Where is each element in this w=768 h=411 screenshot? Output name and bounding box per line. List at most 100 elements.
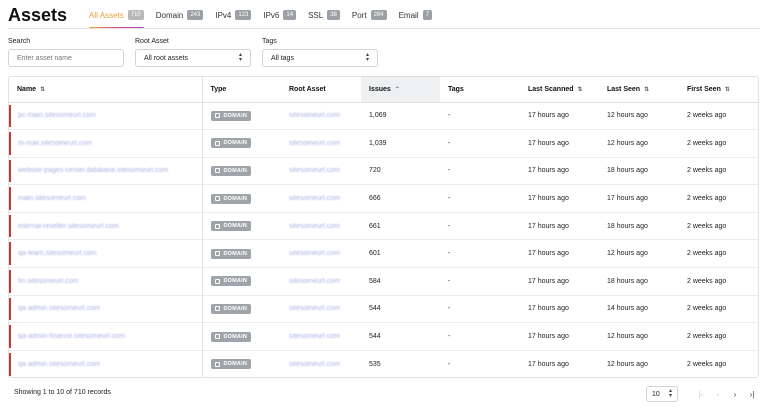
asset-name-link[interactable]: website-pages-center.database.sitesomeur… bbox=[18, 167, 168, 174]
asset-name-cell[interactable]: qa-admin-finance.sitesomeurl.com bbox=[9, 322, 203, 351]
table-row[interactable]: main.sitesomeurl.com DOMAIN sitesomeurl.co… bbox=[9, 184, 758, 213]
last-seen-cell: 14 hours ago bbox=[599, 295, 679, 324]
asset-name-cell[interactable]: main.sitesomeurl.com bbox=[9, 184, 203, 213]
filters-bar: Search Root Asset All root assets ▴▾ Tag… bbox=[8, 38, 389, 67]
root-asset-link[interactable]: sitesomeurl.com bbox=[289, 140, 340, 147]
tab-all-assets[interactable]: All Assets 710 bbox=[89, 2, 144, 29]
table-row[interactable]: m-mail.sitesomeurl.com DOMAIN sitesomeurl.… bbox=[9, 129, 758, 158]
root-asset-cell[interactable]: sitesomeurl.com bbox=[281, 212, 361, 241]
root-asset-link[interactable]: sitesomeurl.com bbox=[289, 223, 340, 230]
column-header-issues[interactable]: Issues ⌃ bbox=[361, 77, 440, 103]
tags-select[interactable]: All tags ▴ ▾ bbox=[262, 49, 378, 67]
root-asset-cell[interactable]: sitesomeurl.com bbox=[281, 129, 361, 158]
root-asset-cell[interactable]: sitesomeurl.com bbox=[281, 350, 361, 377]
sort-icon[interactable]: ⇅ bbox=[644, 86, 649, 93]
asset-name-cell[interactable]: qa-admin.sitesomeurl.com bbox=[9, 295, 203, 324]
root-asset-link[interactable]: sitesomeurl.com bbox=[289, 167, 340, 174]
first-page-icon[interactable]: |‹ bbox=[697, 390, 705, 399]
tab-count-badge: 243 bbox=[187, 10, 204, 20]
root-asset-link[interactable]: sitesomeurl.com bbox=[289, 112, 340, 119]
root-asset-cell[interactable]: sitesomeurl.com bbox=[281, 239, 361, 269]
issues-cell: 535 bbox=[369, 360, 381, 368]
asset-name-cell[interactable]: m-mail.sitesomeurl.com bbox=[9, 129, 203, 158]
sort-icon[interactable]: ⇅ bbox=[725, 86, 730, 93]
page-header: Assets All Assets 710 Domain 243 IPv4 123 I… bbox=[8, 2, 444, 29]
root-asset-link[interactable]: sitesomeurl.com bbox=[289, 361, 340, 368]
table-row[interactable]: qa-admin-finance.sitesomeurl.com DOMAIN si… bbox=[9, 322, 758, 351]
search-label: Search bbox=[8, 38, 31, 45]
type-label: DOMAIN bbox=[223, 333, 248, 340]
root-asset-link[interactable]: sitesomeurl.com bbox=[289, 333, 340, 340]
search-filter: Search bbox=[8, 38, 124, 67]
chevron-up-down-icon: ▴ ▾ bbox=[238, 52, 242, 63]
table-row[interactable]: internal-reseller.sitesomeurl.com DOMAIN s… bbox=[9, 212, 758, 241]
tab-port[interactable]: Port 284 bbox=[352, 2, 387, 28]
tab-domain[interactable]: Domain 243 bbox=[156, 2, 204, 28]
sort-icon[interactable]: ⇅ bbox=[40, 86, 45, 93]
root-asset-cell[interactable]: sitesomeurl.com bbox=[281, 295, 361, 324]
tags-cell: - bbox=[440, 239, 520, 269]
root-asset-select[interactable]: All root assets ▴ ▾ bbox=[135, 49, 251, 67]
issues-cell: 1,039 bbox=[361, 129, 440, 158]
tab-ipv4[interactable]: IPv4 123 bbox=[215, 2, 252, 28]
issues-cell: 1,069 bbox=[361, 102, 440, 131]
table-row[interactable]: pc-main.sitesomeurl.com DOMAIN sitesomeurl… bbox=[9, 102, 758, 131]
table-row[interactable]: qa-admin.sitesomeurl.com DOMAIN sitesomeur… bbox=[9, 350, 758, 377]
root-asset-cell[interactable]: sitesomeurl.com bbox=[281, 102, 361, 131]
tab-ssl[interactable]: SSL 38 bbox=[308, 2, 340, 28]
sort-ascending-icon[interactable]: ⌃ bbox=[395, 86, 400, 93]
first-seen-cell: 2 weeks ago bbox=[679, 239, 758, 269]
column-label: Root Asset bbox=[289, 85, 326, 93]
asset-name-link[interactable]: fin.sitesomeurl.com bbox=[18, 278, 78, 285]
root-asset-cell[interactable]: sitesomeurl.com bbox=[281, 157, 361, 186]
last-seen-cell: 18 hours ago bbox=[599, 157, 679, 186]
tab-count-badge: 14 bbox=[283, 10, 297, 20]
domain-icon bbox=[214, 223, 220, 229]
last-page-icon[interactable]: ›| bbox=[748, 390, 756, 399]
asset-name-link[interactable]: pc-main.sitesomeurl.com bbox=[18, 112, 96, 119]
next-page-icon[interactable]: › bbox=[731, 390, 739, 399]
last-scanned-cell: 17 hours ago bbox=[520, 157, 599, 186]
tab-count-badge: 123 bbox=[235, 10, 252, 20]
asset-name-link[interactable]: main.sitesomeurl.com bbox=[18, 195, 86, 202]
tab-ipv6[interactable]: IPv6 14 bbox=[263, 2, 297, 28]
root-asset-cell[interactable]: sitesomeurl.com bbox=[281, 267, 361, 296]
root-asset-link[interactable]: sitesomeurl.com bbox=[289, 195, 340, 202]
asset-name-cell[interactable]: pc-main.sitesomeurl.com bbox=[9, 102, 203, 131]
asset-name-link[interactable]: m-mail.sitesomeurl.com bbox=[18, 140, 92, 147]
root-asset-link[interactable]: sitesomeurl.com bbox=[289, 278, 340, 285]
asset-name-cell[interactable]: website-pages-center.database.sitesomeur… bbox=[9, 157, 203, 186]
asset-name-link[interactable]: qa-admin.sitesomeurl.com bbox=[18, 305, 100, 312]
column-header-last-seen[interactable]: Last Seen ⇅ bbox=[599, 77, 679, 103]
tab-count-badge: 38 bbox=[327, 10, 340, 20]
root-asset-link[interactable]: sitesomeurl.com bbox=[289, 305, 340, 312]
table-row[interactable]: website-pages-center.database.sitesomeur… bbox=[9, 157, 758, 186]
asset-name-link[interactable]: qa-admin-finance.sitesomeurl.com bbox=[18, 333, 125, 340]
asset-name-cell[interactable]: qa-team.sitesomeurl.com bbox=[9, 239, 203, 269]
column-header-last-scanned[interactable]: Last Scanned ⇅ bbox=[520, 77, 599, 103]
tab-email[interactable]: Email 7 bbox=[399, 2, 432, 28]
first-seen-cell: 2 weeks ago bbox=[679, 157, 758, 186]
last-scanned-cell: 17 hours ago bbox=[520, 129, 599, 158]
asset-name-cell[interactable]: qa-admin.sitesomeurl.com bbox=[9, 350, 203, 377]
page-size-select[interactable]: 10 ▴ ▾ bbox=[646, 386, 678, 402]
asset-name-link[interactable]: internal-reseller.sitesomeurl.com bbox=[18, 223, 119, 230]
column-header-name[interactable]: Name ⇅ bbox=[9, 77, 203, 103]
asset-name-cell[interactable]: fin.sitesomeurl.com bbox=[9, 267, 203, 296]
column-header-first-seen[interactable]: First Seen ⇅ bbox=[679, 77, 758, 103]
root-asset-link[interactable]: sitesomeurl.com bbox=[289, 250, 340, 257]
asset-name-cell[interactable]: internal-reseller.sitesomeurl.com bbox=[9, 212, 203, 241]
table-row[interactable]: fin.sitesomeurl.com DOMAIN sitesomeurl.com… bbox=[9, 267, 758, 296]
table-row[interactable]: qa-admin.sitesomeurl.com DOMAIN sitesomeur… bbox=[9, 295, 758, 324]
table-row[interactable]: qa-team.sitesomeurl.com DOMAIN sitesomeurl… bbox=[9, 239, 758, 269]
column-label: Name bbox=[17, 85, 37, 93]
asset-name-link[interactable]: qa-team.sitesomeurl.com bbox=[18, 250, 97, 257]
root-asset-cell[interactable]: sitesomeurl.com bbox=[281, 184, 361, 213]
tab-label: All Assets bbox=[89, 10, 124, 20]
previous-page-icon[interactable]: ‹ bbox=[714, 390, 722, 399]
root-asset-cell[interactable]: sitesomeurl.com bbox=[281, 322, 361, 351]
pagination: 10 ▴ ▾ |‹ ‹ › ›| bbox=[646, 386, 756, 402]
search-input[interactable] bbox=[8, 49, 124, 67]
sort-icon[interactable]: ⇅ bbox=[578, 86, 583, 93]
asset-name-link[interactable]: qa-admin.sitesomeurl.com bbox=[18, 361, 100, 368]
